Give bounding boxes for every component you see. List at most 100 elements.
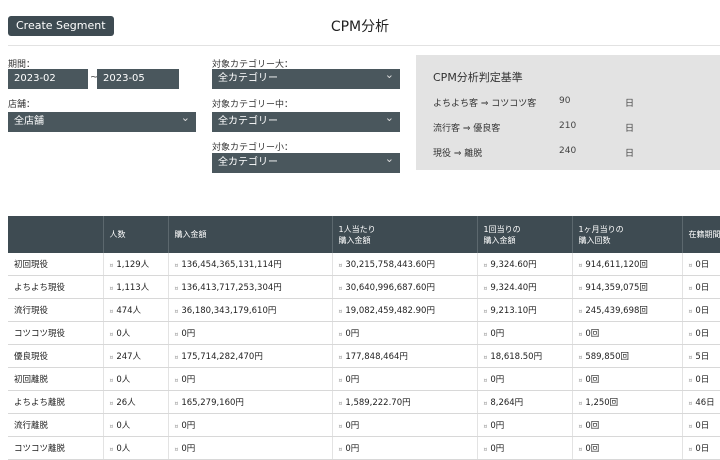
top-bar: Create Segment CPM分析 — [0, 0, 720, 48]
table-header-row: 人数 購入金額 1人当たり 購入金額 1回当りの 購入金額 1ヶ月当りの 購入回数 在籍期間 — [8, 216, 720, 253]
cell-per-person: ¤ 0円 — [332, 413, 478, 437]
table-row: よちよち現役 ¤ 1,113人 ¤ 136,413,717,253,304円 ¤ 30,64… — [8, 275, 720, 299]
cell-value: 0日 — [695, 375, 710, 385]
cell-value: よちよち現役 — [14, 283, 66, 293]
cell-tag-icon: ¤ — [338, 377, 343, 384]
column-header-line1: 人数 — [109, 230, 126, 239]
cell-tenure: ¤ 0日 — [682, 321, 720, 345]
cell-value: 36,180,343,179,610円 — [181, 306, 277, 316]
cell-per-person: ¤ 19,082,459,482.90円 — [332, 298, 478, 322]
cell-per-month: ¤ 0回 — [572, 321, 683, 345]
cell-value: 914,359,075回 — [585, 283, 648, 293]
criteria-label: 現役 ⇒ 離脱 — [433, 149, 483, 159]
cell-value: 0円 — [345, 421, 360, 431]
cell-value: 5日 — [695, 352, 710, 362]
criteria-title: CPM分析判定基準 — [433, 71, 523, 84]
cell-per-time: ¤ 0円 — [477, 367, 573, 391]
criteria-unit: 日 — [625, 124, 635, 134]
cell-value: 0円 — [181, 444, 196, 454]
cell-per-person: ¤ 30,640,996,687.60円 — [332, 275, 478, 299]
column-header: 購入金額 — [168, 216, 333, 253]
cell-value: 0円 — [490, 444, 505, 454]
cell-name: 優良現役 — [8, 344, 104, 368]
cell-value: 流行現役 — [14, 306, 49, 316]
period-to-input[interactable]: 2023-05 — [97, 69, 179, 89]
cell-tag-icon: ¤ — [578, 377, 583, 384]
cell-value: 18,618.50円 — [490, 352, 543, 362]
cell-tenure: ¤ 0日 — [682, 413, 720, 437]
cell-tag-icon: ¤ — [338, 354, 343, 361]
cell-tag-icon: ¤ — [109, 423, 114, 430]
column-header: 1人当たり 購入金額 — [332, 216, 478, 253]
cell-value: 0円 — [345, 375, 360, 385]
cell-value: 589,850回 — [585, 352, 629, 362]
cat-small-label: 対象カテゴリー小： — [212, 143, 294, 153]
cell-value: 0回 — [585, 444, 600, 454]
cell-per-time: ¤ 8,264円 — [477, 390, 573, 414]
cat-large-select[interactable]: 全カテゴリー — [212, 65, 400, 89]
cell-tag-icon: ¤ — [174, 285, 179, 292]
cat-small-select[interactable]: 全カテゴリー — [212, 149, 400, 173]
cell-tag-icon: ¤ — [174, 423, 179, 430]
cell-per-month: ¤ 1,250回 — [572, 390, 683, 414]
cell-per-person: ¤ 1,589,222.70円 — [332, 390, 478, 414]
column-header-line2: 購入回数 — [578, 235, 611, 245]
cell-count: ¤ 0人 — [103, 321, 169, 345]
column-header: 人数 — [103, 216, 169, 253]
cell-tag-icon: ¤ — [483, 354, 488, 361]
cell-value: 0円 — [345, 444, 360, 454]
cell-value: 初回離脱 — [14, 375, 49, 385]
cell-value: 0日 — [695, 329, 710, 339]
cell-value: 19,082,459,482.90円 — [345, 306, 435, 316]
cell-tag-icon: ¤ — [174, 331, 179, 338]
cell-value: 914,611,120回 — [585, 260, 648, 270]
cell-tag-icon: ¤ — [174, 262, 179, 269]
page-title: CPM分析 — [330, 19, 390, 35]
criteria-value-input[interactable]: 240 — [559, 146, 576, 156]
cell-count: ¤ 474人 — [103, 298, 169, 322]
cpm-table: 人数 購入金額 1人当たり 購入金額 1回当りの 購入金額 1ヶ月当りの 購入回数 在籍期間 初… — [8, 216, 720, 460]
column-header-line2: 購入金額 — [338, 235, 371, 245]
column-header-line1: 1ヶ月当りの — [578, 224, 624, 234]
cell-value: 247人 — [116, 352, 142, 362]
cell-value: 0回 — [585, 421, 600, 431]
cell-tag-icon: ¤ — [338, 400, 343, 407]
cell-tag-icon: ¤ — [483, 400, 488, 407]
cell-value: 初回現役 — [14, 260, 49, 270]
cell-count: ¤ 1,113人 — [103, 275, 169, 299]
cell-name: よちよち現役 — [8, 275, 104, 299]
cell-value: 0円 — [490, 375, 505, 385]
cat-mid-label: 対象カテゴリー中： — [212, 100, 294, 110]
column-header — [8, 216, 104, 253]
cell-tag-icon: ¤ — [688, 262, 693, 269]
cell-tag-icon: ¤ — [338, 446, 343, 453]
cell-value: 165,279,160円 — [181, 398, 244, 408]
cell-tag-icon: ¤ — [338, 285, 343, 292]
cell-per-person: ¤ 0円 — [332, 367, 478, 391]
table-row: 流行現役 ¤ 474人 ¤ 36,180,343,179,610円 ¤ 19,082,459… — [8, 298, 720, 322]
cell-value: 30,215,758,443.60円 — [345, 260, 435, 270]
cell-value: コツコツ離脱 — [14, 444, 66, 454]
cell-value: 136,454,365,131,114円 — [181, 260, 282, 270]
column-header: 1ヶ月当りの 購入回数 — [572, 216, 683, 253]
criteria-value-input[interactable]: 210 — [559, 121, 576, 131]
cell-count: ¤ 0人 — [103, 436, 169, 460]
column-header-line1: 購入金額 — [174, 230, 207, 239]
cell-per-month: ¤ 0回 — [572, 367, 683, 391]
cell-tag-icon: ¤ — [483, 285, 488, 292]
cell-tag-icon: ¤ — [109, 400, 114, 407]
cell-tenure: ¤ 0日 — [682, 367, 720, 391]
cell-tag-icon: ¤ — [483, 446, 488, 453]
criteria-value-input[interactable]: 90 — [559, 96, 570, 106]
cell-value: 0円 — [181, 421, 196, 431]
cell-per-time: ¤ 0円 — [477, 413, 573, 437]
column-header-line1: 1回当りの — [483, 224, 521, 234]
period-from-input[interactable]: 2023-02 — [8, 69, 88, 89]
table-row: コツコツ現役 ¤ 0人 ¤ 0円 ¤ 0円 ¤ 0円 ¤ 0回 ¤ 0日 — [8, 321, 720, 345]
criteria-label: よちよち客 ⇒ コツコツ客 — [433, 99, 537, 109]
cell-per-time: ¤ 18,618.50円 — [477, 344, 573, 368]
cat-mid-select[interactable]: 全カテゴリー — [212, 108, 400, 132]
cell-tag-icon: ¤ — [109, 331, 114, 338]
store-select[interactable]: 全店舗 — [8, 108, 196, 132]
cell-name: コツコツ離脱 — [8, 436, 104, 460]
